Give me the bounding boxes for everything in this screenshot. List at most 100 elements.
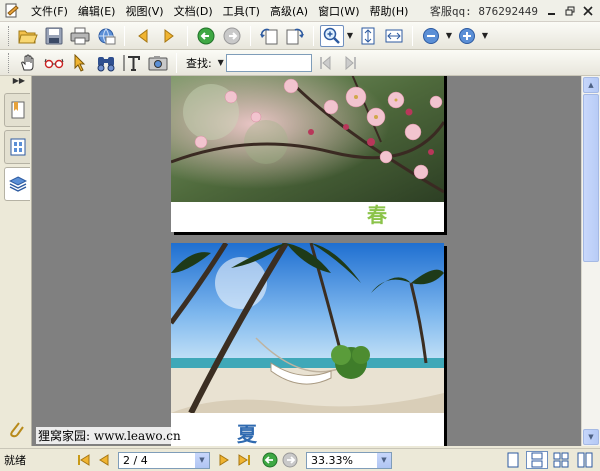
document-page: 春	[170, 76, 446, 232]
rotate-left-button[interactable]	[257, 25, 281, 47]
zoom-dropdown-icon[interactable]: ▼	[377, 452, 391, 468]
find-options-dropdown-icon[interactable]: ▼	[216, 58, 226, 67]
toolbar-separator	[176, 52, 177, 73]
back-circle-icon	[262, 452, 278, 468]
facing-pages-icon	[553, 452, 569, 468]
next-page-button[interactable]	[157, 25, 181, 47]
prev-page-button[interactable]	[94, 451, 114, 469]
facing-pages-button[interactable]	[550, 451, 572, 469]
toolbar-grip[interactable]	[8, 52, 11, 73]
save-button[interactable]	[42, 25, 66, 47]
text-select-icon	[123, 54, 140, 71]
zoom-in-icon	[459, 27, 475, 44]
print-button[interactable]	[68, 25, 92, 47]
first-page-button[interactable]	[74, 451, 94, 469]
zoom-in-dropdown-icon[interactable]: ▼	[480, 31, 490, 40]
single-page-button[interactable]	[502, 451, 524, 469]
back-button[interactable]	[194, 25, 218, 47]
forward-circle-icon	[223, 27, 241, 44]
toolbar-separator	[313, 25, 314, 46]
glasses-icon	[44, 58, 64, 68]
document-page: 夏	[168, 241, 444, 446]
back-circle-icon	[197, 27, 215, 44]
forward-button[interactable]	[220, 25, 244, 47]
globe-email-icon	[98, 28, 116, 44]
zoom-out-button[interactable]	[419, 25, 443, 47]
scroll-down-icon[interactable]: ▼	[583, 429, 599, 445]
main-toolbar: ▼ ▼ ▼	[0, 22, 600, 50]
find-previous-icon	[319, 55, 331, 70]
app-icon	[4, 3, 20, 19]
zoom-in-button[interactable]	[455, 25, 479, 47]
last-page-button[interactable]	[234, 451, 254, 469]
page-layout-buttons	[502, 451, 596, 469]
status-forward-button[interactable]	[280, 451, 300, 469]
text-select-button[interactable]	[120, 52, 144, 74]
expand-panel-icon[interactable]: ▶▶	[0, 76, 31, 90]
menu-window[interactable]: 窗口(W)	[313, 3, 364, 19]
arrow-cursor-icon	[74, 53, 86, 72]
snapshot-button[interactable]	[146, 52, 170, 74]
hand-tool-button[interactable]	[16, 52, 40, 74]
next-page-status-button[interactable]	[214, 451, 234, 469]
status-back-button[interactable]	[260, 451, 280, 469]
zoom-level-value: 33.33%	[311, 453, 353, 467]
close-icon[interactable]	[580, 4, 596, 18]
find-tool-button[interactable]	[94, 52, 118, 74]
email-button[interactable]	[94, 25, 118, 47]
bookmark-icon	[11, 101, 24, 119]
tab-bookmarks[interactable]	[4, 93, 30, 127]
two-page-button[interactable]	[574, 451, 596, 469]
forward-circle-icon	[282, 452, 298, 468]
zoom-level-box[interactable]: 33.33% ▼	[306, 451, 392, 469]
rotate-left-icon	[260, 28, 278, 44]
menu-file[interactable]: 文件(F)	[26, 3, 73, 19]
minimize-icon[interactable]	[544, 4, 560, 18]
continuous-page-icon	[531, 452, 543, 468]
prev-page-icon	[99, 454, 109, 466]
zoom-out-icon	[423, 27, 439, 44]
menu-document[interactable]: 文档(D)	[169, 3, 218, 19]
tab-thumbnails[interactable]	[4, 130, 30, 164]
attachment-icon[interactable]	[8, 419, 24, 442]
continuous-page-button[interactable]	[526, 451, 548, 469]
page-dropdown-icon[interactable]: ▼	[195, 452, 209, 468]
menu-view[interactable]: 视图(V)	[120, 3, 168, 19]
fit-width-button[interactable]	[382, 25, 406, 47]
find-label: 查找:	[186, 56, 212, 70]
restore-icon[interactable]	[562, 4, 578, 18]
find-next-button[interactable]	[339, 52, 363, 74]
toolbar-grip[interactable]	[8, 25, 11, 46]
previous-page-button[interactable]	[131, 25, 155, 47]
scroll-thumb[interactable]	[583, 94, 599, 262]
reading-mode-button[interactable]	[42, 52, 66, 74]
page-number-box[interactable]: 2 / 4 ▼	[118, 451, 210, 469]
toolbar-separator	[412, 25, 413, 46]
find-previous-button[interactable]	[313, 52, 337, 74]
save-disk-icon	[45, 27, 63, 44]
select-tool-button[interactable]	[68, 52, 92, 74]
tab-layers[interactable]	[4, 167, 30, 201]
find-next-icon	[345, 55, 356, 70]
menu-help[interactable]: 帮助(H)	[365, 3, 414, 19]
open-folder-icon	[18, 30, 38, 43]
fit-page-icon	[361, 27, 375, 44]
menu-edit[interactable]: 编辑(E)	[73, 3, 121, 19]
zoom-tool-dropdown-icon[interactable]: ▼	[345, 31, 355, 40]
zoom-out-dropdown-icon[interactable]: ▼	[444, 31, 454, 40]
menu-advanced[interactable]: 高级(A)	[265, 3, 313, 19]
vertical-scrollbar[interactable]: ▲ ▼	[581, 76, 600, 446]
fit-page-button[interactable]	[356, 25, 380, 47]
document-viewport[interactable]: 春 夏	[32, 76, 581, 446]
zoom-tool-button[interactable]	[320, 24, 344, 47]
rotate-right-button[interactable]	[283, 25, 307, 47]
window-controls	[544, 4, 596, 18]
scroll-up-icon[interactable]: ▲	[583, 77, 599, 93]
toolbar-separator	[250, 25, 251, 46]
status-text: 就绪	[4, 454, 26, 467]
menu-tools[interactable]: 工具(T)	[218, 3, 265, 19]
toolbar-separator	[124, 25, 125, 46]
find-input[interactable]	[225, 53, 312, 72]
open-button[interactable]	[16, 25, 40, 47]
page-number-value: 2 / 4	[123, 453, 148, 467]
